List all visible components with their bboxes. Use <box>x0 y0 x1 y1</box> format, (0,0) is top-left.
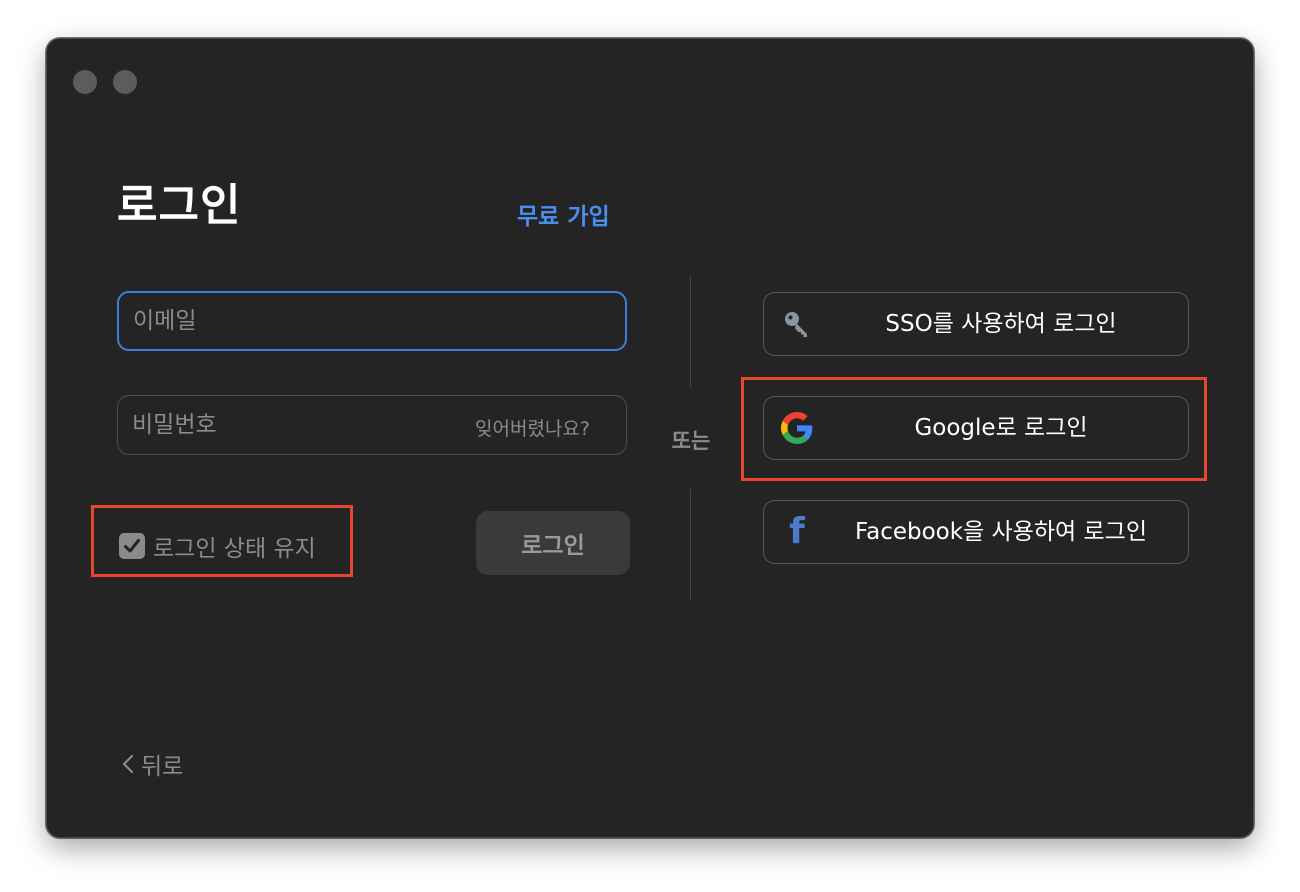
vertical-divider-top <box>690 275 691 387</box>
login-button[interactable]: 로그인 <box>476 511 630 575</box>
password-field[interactable]: 잊어버렸나요? <box>117 395 627 455</box>
google-login-label: Google로 로그인 <box>914 415 1088 441</box>
forgot-password-link[interactable]: 잊어버렸나요? <box>475 414 590 441</box>
facebook-login-label: Facebook을 사용하여 로그인 <box>855 519 1147 545</box>
window-close-button[interactable] <box>73 70 97 94</box>
remember-me-label: 로그인 상태 유지 <box>153 536 316 562</box>
signup-link[interactable]: 무료 가입 <box>517 197 610 231</box>
email-field[interactable] <box>117 291 627 351</box>
back-label: 뒤로 <box>141 754 184 780</box>
window-minimize-button[interactable] <box>113 70 137 94</box>
google-icon <box>780 411 814 445</box>
vertical-divider-bottom <box>690 489 691 601</box>
sso-login-label: SSO를 사용하여 로그인 <box>885 311 1117 337</box>
google-login-button[interactable]: Google로 로그인 <box>763 396 1189 460</box>
sso-login-button[interactable]: SSO를 사용하여 로그인 <box>763 292 1189 356</box>
password-input[interactable] <box>132 396 452 454</box>
remember-me-checkbox[interactable]: 로그인 상태 유지 <box>119 529 316 563</box>
facebook-icon: f <box>789 511 805 552</box>
login-window: 로그인 무료 가입 잊어버렸나요? 로그인 상태 유지 로그인 또는 SSO를 … <box>46 38 1254 838</box>
chevron-left-icon <box>121 753 135 775</box>
facebook-login-button[interactable]: f Facebook을 사용하여 로그인 <box>763 500 1189 564</box>
or-label: 또는 <box>671 429 711 453</box>
checkbox-checked-icon[interactable] <box>119 533 145 559</box>
key-icon <box>780 307 814 341</box>
back-button[interactable]: 뒤로 <box>121 747 183 781</box>
page-title: 로그인 <box>117 180 242 231</box>
email-input[interactable] <box>133 293 453 349</box>
